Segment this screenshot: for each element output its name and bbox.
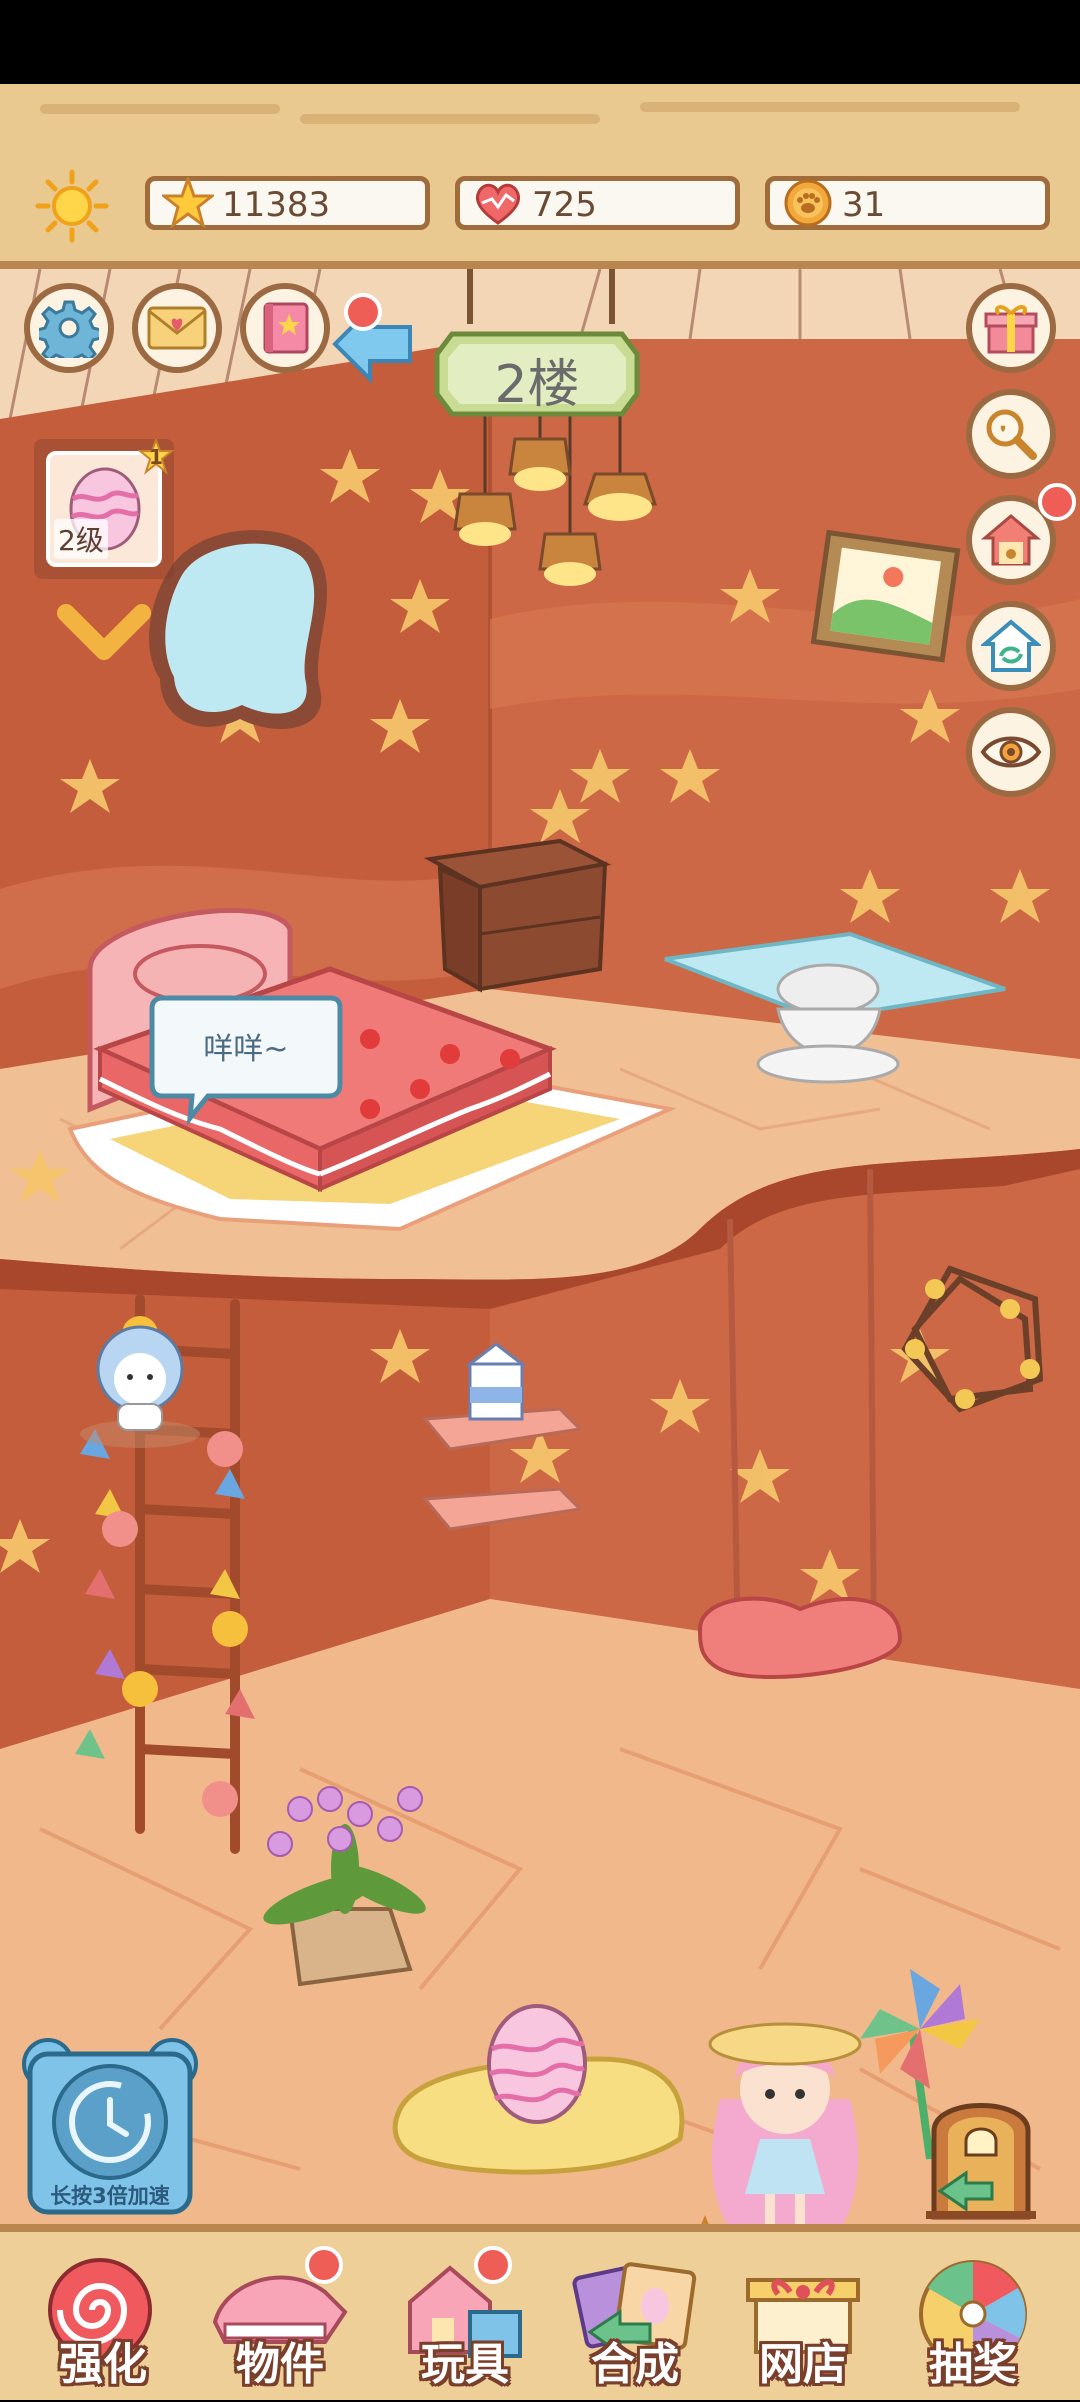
nav-merge[interactable]: 合成	[560, 2252, 710, 2402]
nav-items-label: 物件	[236, 2339, 324, 2390]
speed-up-label: 长按3倍加速	[50, 2184, 170, 2208]
door-icon	[926, 2103, 1036, 2220]
notification-dot	[1038, 483, 1076, 521]
star-icon	[162, 177, 214, 229]
nav-toys[interactable]: 玩具	[390, 2246, 540, 2402]
gift-button[interactable]	[966, 283, 1056, 373]
paw-coin-icon	[784, 179, 832, 227]
nav-shop-label: 网店	[759, 2339, 847, 2390]
magnifier-icon	[986, 409, 1037, 460]
star-counter: 11383	[145, 176, 430, 230]
notification-dot	[344, 293, 382, 331]
mail-button[interactable]	[132, 283, 222, 373]
nav-lottery-label: 抽奖	[929, 2339, 1017, 2390]
home-button[interactable]	[966, 483, 1076, 585]
paw-coin-counter: 31	[765, 176, 1050, 230]
book-icon	[263, 302, 309, 354]
eye-icon	[980, 736, 1042, 768]
house-icon	[981, 514, 1041, 566]
resource-header: 11383 725 31	[0, 84, 1080, 269]
collapse-chevron-button[interactable]	[56, 599, 152, 669]
chevron-down-icon	[57, 604, 151, 660]
gift-icon	[984, 305, 1038, 354]
sun-icon[interactable]	[34, 168, 110, 244]
gear-icon	[39, 300, 99, 358]
heart-counter: 725	[455, 176, 740, 230]
paw-coin-count: 31	[842, 185, 886, 225]
back-arrow-button[interactable]	[330, 293, 420, 389]
renovate-button[interactable]	[966, 601, 1056, 691]
view-button[interactable]	[966, 707, 1056, 797]
floor-sign-label: 2楼	[494, 355, 580, 415]
nav-enhance-label: 强化	[59, 2339, 147, 2390]
room-scene: 2楼 2级 1 咩咩~ 长按3倍加速	[0, 269, 1080, 2224]
notification-dot	[474, 2246, 512, 2284]
nav-lottery[interactable]: 抽奖	[898, 2252, 1048, 2402]
status-bar	[0, 0, 1080, 84]
egg-level-badge: 1	[138, 439, 174, 475]
speech-bubble-text: 咩咩~	[203, 1032, 289, 1067]
search-button[interactable]	[966, 389, 1056, 479]
speed-up-button[interactable]: 长按3倍加速	[18, 2034, 202, 2219]
heart-icon	[475, 183, 521, 225]
egg-level-card[interactable]: 2级 1	[34, 439, 174, 579]
exit-door-button[interactable]	[920, 2081, 1042, 2221]
notification-dot	[305, 2246, 343, 2284]
settings-button[interactable]	[24, 283, 114, 373]
nav-items[interactable]: 物件	[205, 2246, 355, 2402]
nav-shop[interactable]: 网店	[728, 2252, 878, 2402]
floor-sign[interactable]: 2楼	[432, 324, 642, 424]
album-button[interactable]	[240, 283, 330, 373]
nav-enhance[interactable]: 强化	[28, 2252, 178, 2402]
heart-count: 725	[532, 185, 597, 225]
speech-bubble: 咩咩~	[148, 994, 344, 1126]
nav-toys-label: 玩具	[421, 2339, 509, 2390]
recycle-house-icon	[981, 619, 1041, 672]
star-count: 11383	[222, 185, 331, 225]
letter-icon	[147, 306, 207, 350]
nav-merge-label: 合成	[591, 2339, 679, 2390]
egg-level-label: 2级	[54, 519, 108, 559]
bottom-nav: 强化 物件 玩具 合成 网店 抽奖	[0, 2224, 1080, 2400]
